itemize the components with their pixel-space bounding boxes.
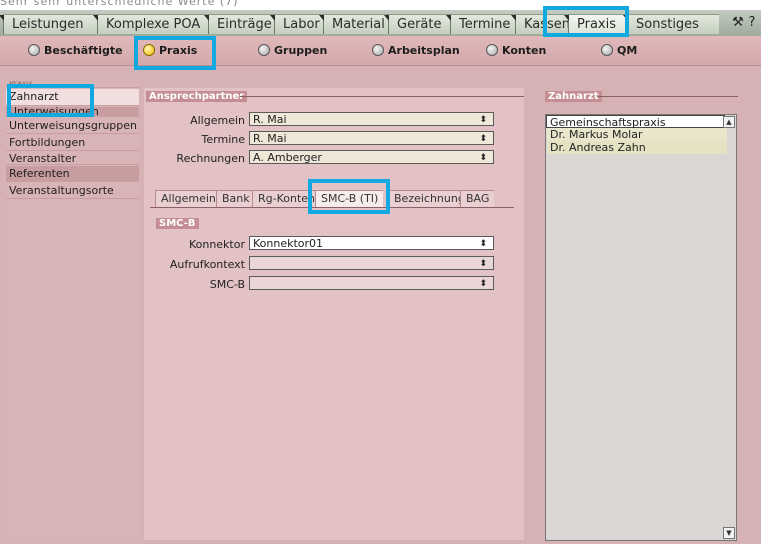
aufrufkontext-select[interactable]: ⬍: [249, 256, 494, 270]
radio-konten[interactable]: Konten: [486, 44, 546, 57]
tab-sonstiges[interactable]: Sonstiges: [623, 14, 719, 34]
left-nav-item-unterweisungen[interactable]: Unterweisungen: [6, 106, 139, 117]
radio-dot-icon: [601, 44, 613, 56]
subtab-baseline: [150, 207, 514, 208]
zahnarzt-rule: [598, 96, 738, 97]
combo-arrow-icon: ⬍: [479, 134, 487, 144]
radio-arbeitsplan[interactable]: Arbeitsplan: [372, 44, 460, 57]
smcb-select[interactable]: ⬍: [249, 276, 494, 290]
ansprechpartner-rule: [240, 96, 524, 97]
left-nav-item-zahnarzt[interactable]: Zahnarzt: [6, 89, 139, 106]
tab-leistungen[interactable]: Leistungen: [0, 14, 103, 34]
subtab-rg-konten[interactable]: Rg-Konten: [252, 190, 321, 207]
radio-dot-icon: [28, 44, 40, 56]
combo-arrow-icon: ⬍: [479, 259, 487, 269]
left-nav-item-veranstaltungsorte[interactable]: Veranstaltungsorte: [6, 183, 139, 199]
allgemein-select[interactable]: R. Mai ⬍: [249, 112, 494, 126]
ansprechpartner-header: Ansprechpartner: [146, 91, 248, 102]
scroll-down-icon[interactable]: ▼: [723, 527, 735, 539]
smcb-label: SMC-B: [209, 278, 245, 291]
combo-arrow-icon: ⬍: [479, 279, 487, 289]
radio-qm[interactable]: QM: [601, 44, 637, 57]
smcb-header: SMC-B: [156, 218, 199, 229]
window-caption: Sehr sehr unterschiedliche Werte (7): [0, 0, 239, 8]
left-nav-item-unterweisungsgruppen[interactable]: Unterweisungsgruppen: [6, 118, 139, 134]
left-nav-header: Praxis: [6, 81, 139, 88]
konnektor-select[interactable]: Konnektor01 ⬍: [249, 236, 494, 250]
aufrufkontext-label: Aufrufkontext: [169, 258, 245, 271]
radio-dot-icon: [372, 44, 384, 56]
konnektor-label: Konnektor: [188, 238, 245, 251]
help-icon[interactable]: ?: [745, 15, 759, 30]
tools-icon[interactable]: ⚒: [731, 15, 745, 30]
list-item[interactable]: Gemeinschaftspraxis: [546, 115, 725, 129]
subtab-smcb-ti[interactable]: SMC-B (TI): [315, 190, 384, 207]
radio-dot-icon: [258, 44, 270, 56]
category-radio-row: Beschäftigte Praxis Gruppen Arbeitsplan …: [0, 36, 761, 66]
rechnungen-select[interactable]: A. Amberger ⬍: [249, 150, 494, 164]
list-item[interactable]: Dr. Andreas Zahn: [547, 141, 727, 154]
combo-arrow-icon: ⬍: [479, 115, 487, 125]
termine-label: Termine: [201, 133, 245, 146]
radio-dot-selected-icon: [143, 44, 155, 56]
subtab-bank[interactable]: Bank: [216, 190, 255, 207]
zahnarzt-header: Zahnarzt: [545, 91, 602, 102]
left-nav-item-fortbildungen[interactable]: Fortbildungen: [6, 135, 139, 151]
left-nav-item-veranstalter[interactable]: Veranstalter: [6, 152, 139, 165]
allgemein-label: Allgemein: [190, 114, 245, 127]
rechnungen-label: Rechnungen: [176, 152, 245, 165]
subtab-bezeichnung[interactable]: Bezeichnung: [388, 190, 470, 207]
top-tab-bar: Leistungen Komplexe POA Einträge Labor M…: [0, 10, 761, 37]
radio-dot-icon: [486, 44, 498, 56]
radio-beschaeftigte[interactable]: Beschäftigte: [28, 44, 123, 57]
scroll-up-icon[interactable]: ▲: [723, 116, 735, 128]
subtab-bag[interactable]: BAG: [460, 190, 495, 207]
radio-gruppen[interactable]: Gruppen: [258, 44, 327, 57]
termine-select[interactable]: R. Mai ⬍: [249, 131, 494, 145]
list-item[interactable]: Dr. Markus Molar: [547, 128, 727, 141]
combo-arrow-icon: ⬍: [479, 239, 487, 249]
combo-arrow-icon: ⬍: [479, 153, 487, 163]
zahnarzt-list[interactable]: Gemeinschaftspraxis Dr. Markus Molar Dr.…: [545, 114, 737, 541]
radio-praxis[interactable]: Praxis: [143, 44, 197, 57]
subtab-allgemein[interactable]: Allgemein: [155, 190, 221, 207]
left-nav-list: Praxis Zahnarzt Unterweisungen Unterweis…: [6, 81, 139, 538]
tab-komplexe-poa[interactable]: Komplexe POA: [93, 14, 214, 34]
left-nav-item-referenten[interactable]: Referenten: [6, 166, 139, 182]
